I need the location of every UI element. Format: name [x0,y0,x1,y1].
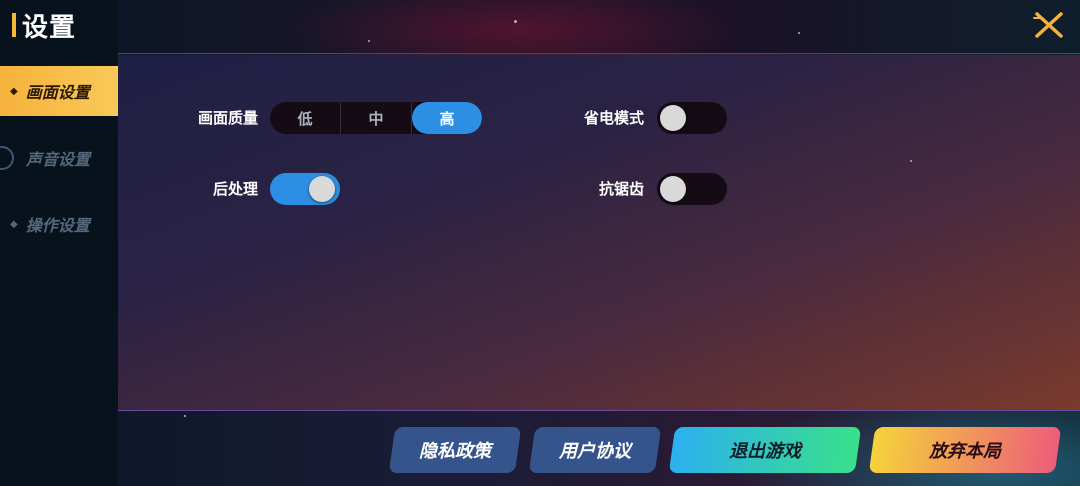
sidebar: 设置 ◆ 画面设置 声音设置 ◆ 操作设置 [0,0,132,486]
quality-option-high[interactable]: 高 [412,102,482,134]
post-processing-toggle[interactable] [270,173,340,205]
sidebar-item-graphics[interactable]: ◆ 画面设置 [0,66,132,116]
graphics-settings-panel: 画面质量 低 中 高 省电模式 后处理 抗锯齿 [118,55,1080,417]
privacy-policy-button[interactable]: 隐私政策 [388,427,522,473]
star-decoration [514,20,517,23]
quality-label: 画面质量 [197,109,258,127]
close-x-icon [1033,12,1063,38]
abandon-match-button[interactable]: 放弃本局 [868,427,1062,473]
sidebar-item-label: 声音设置 [26,150,91,169]
user-agreement-label: 用户协议 [559,441,631,462]
sidebar-item-label: 画面设置 [25,83,90,102]
toggle-knob [660,176,686,202]
quality-option-medium[interactable]: 中 [341,102,412,134]
power-saving-label: 省电模式 [583,109,644,127]
post-processing-label: 后处理 [212,180,258,198]
ring-icon [0,146,14,170]
diamond-bullet-icon: ◆ [10,218,18,230]
star-decoration [910,160,912,162]
quality-option-low[interactable]: 低 [270,102,341,134]
anti-aliasing-toggle[interactable] [657,173,727,205]
star-decoration [184,415,186,417]
sidebar-item-label: 操作设置 [25,216,90,235]
toggle-knob [660,105,686,131]
close-button[interactable] [1032,8,1066,42]
quality-selector[interactable]: 低 中 高 [270,102,482,134]
privacy-policy-label: 隐私政策 [419,441,491,462]
star-decoration [368,40,370,42]
sidebar-item-controls[interactable]: ◆ 操作设置 [0,199,132,249]
page-title-text: 设置 [22,12,77,43]
power-saving-toggle[interactable] [657,102,727,134]
diamond-bullet-icon: ◆ [10,85,18,97]
sidebar-item-sound[interactable]: 声音设置 [0,133,132,183]
title-accent-bar [12,13,16,37]
star-decoration [798,32,800,34]
page-title: 设置 [12,8,77,43]
user-agreement-button[interactable]: 用户协议 [528,427,662,473]
toggle-knob [309,176,335,202]
anti-aliasing-label: 抗锯齿 [598,180,644,198]
top-bar [118,0,1080,54]
exit-game-label: 退出游戏 [729,441,801,462]
abandon-match-label: 放弃本局 [929,441,1001,462]
exit-game-button[interactable]: 退出游戏 [668,427,862,473]
